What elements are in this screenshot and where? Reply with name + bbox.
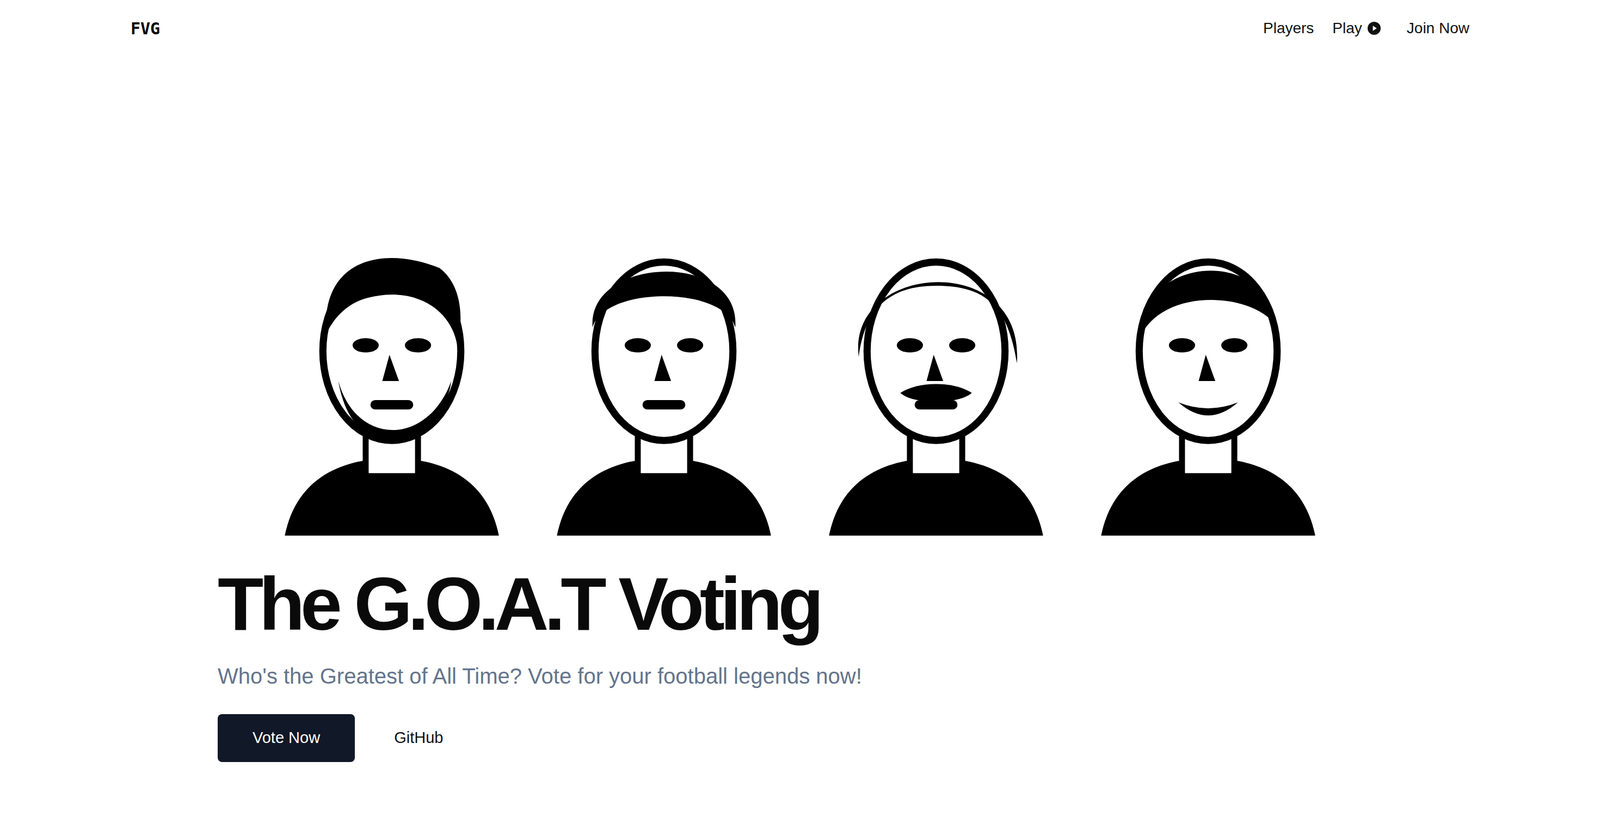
join-now-link[interactable]: Join Now [1406,19,1470,38]
legend-portraits [217,214,1383,536]
player-portrait [1088,214,1328,536]
hero-subtitle: Who's the Greatest of All Time? Vote for… [217,661,1383,691]
nav-links: Players Play Join Now [1263,19,1470,38]
player-portrait [544,214,784,536]
nav-link[interactable]: Players [1263,19,1314,38]
hero: The G.O.A.T Voting Who's the Greatest of… [217,56,1383,762]
hero-title: The G.O.A.T Voting [217,562,1383,646]
vote-now-button[interactable]: Vote Now [217,714,355,762]
top-nav: FVG Players Play Join Now [0,0,1600,57]
nav-link[interactable]: Play [1332,19,1381,38]
play-circle-icon [1367,21,1381,35]
player-portrait [272,214,512,536]
landing-page: FVG Players Play Join Now The G.O.A.T Vo… [0,0,1600,823]
player-portrait [816,214,1056,536]
github-button[interactable]: GitHub [376,714,461,762]
logo[interactable]: FVG [130,19,160,39]
hero-actions: Vote Now GitHub [217,714,1383,762]
